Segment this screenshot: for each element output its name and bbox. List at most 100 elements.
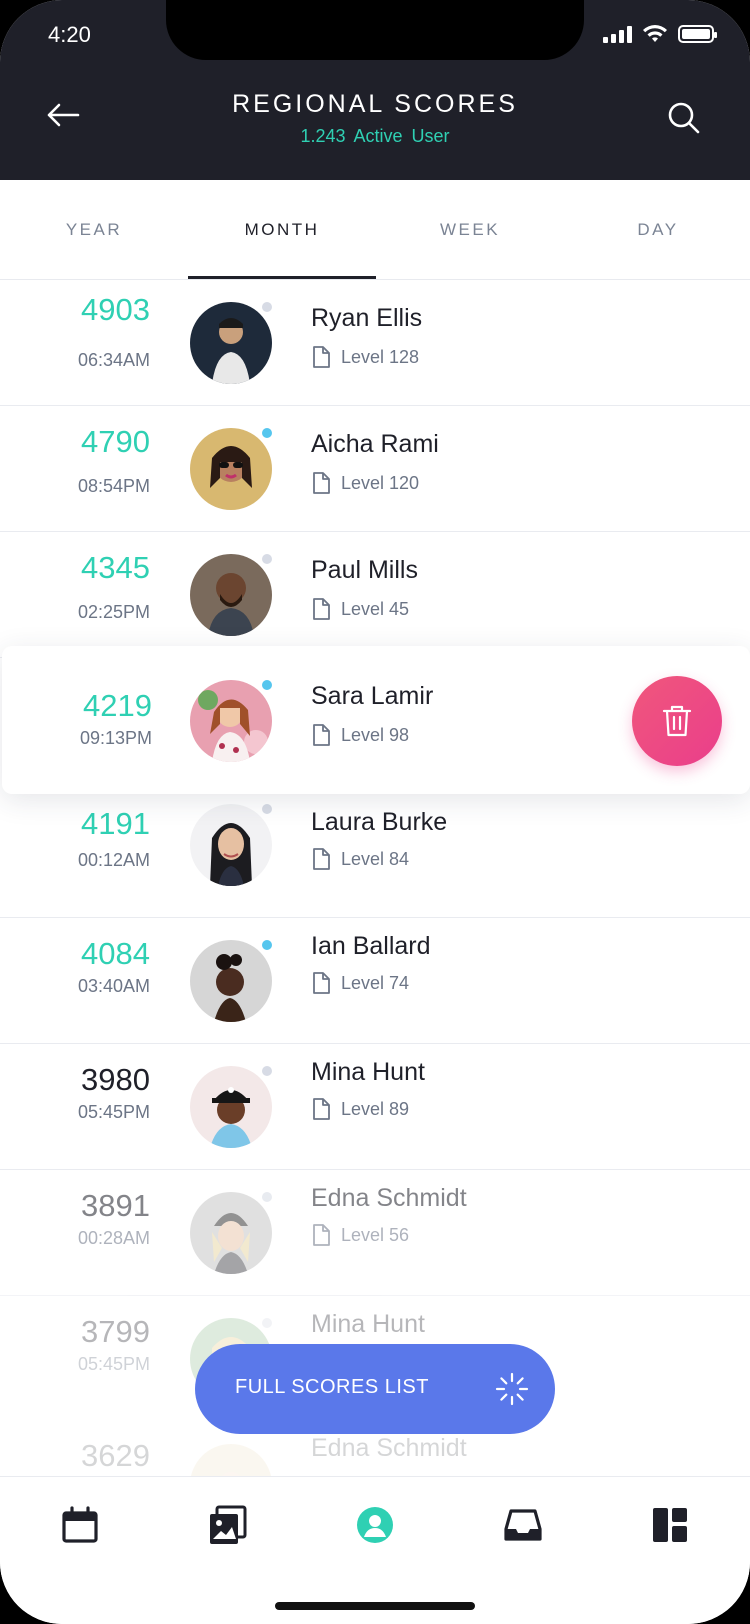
document-icon	[313, 1224, 330, 1246]
player-name: Ian Ballard	[311, 932, 431, 960]
player-level: Level 74	[311, 972, 409, 994]
score-time: 02:25PM	[77, 602, 150, 622]
player-name: Sara Lamir	[311, 682, 434, 710]
score-value: 4084	[81, 936, 150, 971]
level-label: Level 84	[341, 848, 410, 869]
wifi-icon	[643, 25, 667, 42]
document-icon	[313, 598, 330, 620]
tab-month[interactable]: MONTH	[188, 180, 376, 280]
player-name: Mina Hunt	[311, 1310, 425, 1338]
active-users-subtitle: 1.243 Active User	[300, 126, 450, 146]
search-icon[interactable]	[666, 100, 702, 136]
status-dot	[260, 1064, 274, 1078]
avatar	[190, 300, 274, 384]
score-time: 03:40AM	[77, 976, 150, 996]
home-indicator	[275, 1602, 475, 1610]
player-level: Level 120	[311, 472, 419, 494]
list-item[interactable]: 4084 03:40AM Ian Ballard Level 74	[0, 918, 750, 1044]
level-label: Level 74	[341, 972, 410, 993]
level-label: Level 45	[341, 598, 410, 619]
trash-icon	[662, 705, 692, 737]
tab-week[interactable]: WEEK	[376, 180, 564, 280]
tab-year[interactable]: YEAR	[0, 180, 188, 280]
score-value: 3629	[81, 1438, 150, 1473]
score-time: 00:28AM	[77, 1228, 150, 1248]
player-name: Laura Burke	[311, 808, 448, 836]
player-level: Level 98	[311, 724, 409, 746]
avatar	[190, 552, 274, 636]
avatar	[190, 1064, 274, 1148]
score-time: 05:45PM	[77, 1354, 150, 1374]
score-time: 00:12AM	[77, 850, 150, 870]
score-value: 4790	[81, 424, 150, 459]
calendar-icon[interactable]	[60, 1505, 100, 1545]
scores-list: 4903 06:34AM Ryan Ellis Level 128 4790 0…	[0, 280, 750, 1476]
score-value: 3799	[81, 1314, 150, 1349]
status-dot	[260, 300, 274, 314]
document-icon	[313, 1098, 330, 1120]
list-item-selected[interactable]: 4219 09:13PM Sara Lamir Level 98	[2, 646, 750, 794]
score-value: 4219	[83, 688, 152, 723]
level-label: Level 56	[341, 1224, 410, 1245]
battery-icon	[678, 25, 717, 43]
level-label: Level 128	[341, 346, 420, 367]
status-icons	[603, 24, 717, 44]
list-item[interactable]: 4345 02:25PM Paul Mills Level 45	[0, 532, 750, 658]
player-name: Aicha Rami	[311, 430, 439, 458]
delete-button[interactable]	[632, 676, 722, 766]
gallery-icon[interactable]	[207, 1505, 247, 1545]
avatar	[190, 1444, 272, 1476]
score-time: 08:54PM	[77, 476, 150, 496]
player-name: Ryan Ellis	[311, 304, 423, 332]
score-time: 05:45PM	[77, 1102, 150, 1122]
list-item[interactable]: 4790 08:54PM Aicha Rami Level 120	[0, 406, 750, 532]
avatar	[190, 1190, 274, 1274]
level-label: Level 98	[341, 724, 410, 745]
avatar	[190, 426, 274, 510]
device-notch	[166, 0, 584, 60]
score-value: 4903	[81, 292, 150, 327]
cellular-signal-icon	[603, 25, 632, 43]
score-value: 3980	[81, 1062, 150, 1097]
list-item[interactable]: 4191 00:12AM Laura Burke Level 84	[0, 794, 750, 918]
list-item[interactable]: 3980 05:45PM Mina Hunt Level 89	[0, 1044, 750, 1170]
loading-spinner-icon	[495, 1372, 529, 1406]
player-level: Level 84	[311, 848, 409, 870]
level-label: Level 89	[341, 1098, 410, 1119]
level-label: Level 120	[341, 472, 420, 493]
score-time: 09:13PM	[79, 728, 152, 748]
player-level: Level 128	[311, 346, 419, 368]
active-tab-indicator	[188, 276, 376, 279]
player-level: Level 45	[311, 598, 409, 620]
score-value: 3891	[81, 1188, 150, 1223]
avatar	[190, 678, 274, 762]
page-title: REGIONAL SCORES	[232, 90, 518, 118]
document-icon	[313, 848, 330, 870]
online-status-dot	[260, 938, 274, 952]
full-scores-list-button[interactable]: FULL SCORES LIST	[195, 1344, 555, 1434]
status-dot	[260, 552, 274, 566]
player-level: Level 56	[311, 1224, 409, 1246]
status-dot	[260, 802, 274, 816]
dashboard-icon[interactable]	[650, 1505, 690, 1545]
online-status-dot	[260, 678, 274, 692]
status-dot	[260, 1190, 274, 1204]
document-icon	[313, 724, 330, 746]
player-name: Mina Hunt	[311, 1058, 425, 1086]
list-item[interactable]: 3891 00:28AM Edna Schmidt Level 56	[0, 1170, 750, 1296]
score-value: 4345	[81, 550, 150, 585]
app-header: 4:20 REGIONAL SCORES 1.243 Active User	[0, 0, 750, 180]
player-name: Edna Schmidt	[311, 1434, 467, 1462]
list-item[interactable]: 4903 06:34AM Ryan Ellis Level 128	[0, 280, 750, 406]
player-name: Edna Schmidt	[311, 1184, 467, 1212]
online-status-dot	[260, 426, 274, 440]
document-icon	[313, 346, 330, 368]
tab-day[interactable]: DAY	[564, 180, 750, 280]
player-name: Paul Mills	[311, 556, 418, 584]
profile-icon[interactable]	[355, 1505, 395, 1545]
avatar	[190, 938, 274, 1022]
inbox-icon[interactable]	[503, 1505, 543, 1545]
period-tabs: YEAR MONTH WEEK DAY	[0, 180, 750, 280]
score-time: 06:34AM	[77, 350, 150, 370]
status-dot	[260, 1316, 274, 1330]
